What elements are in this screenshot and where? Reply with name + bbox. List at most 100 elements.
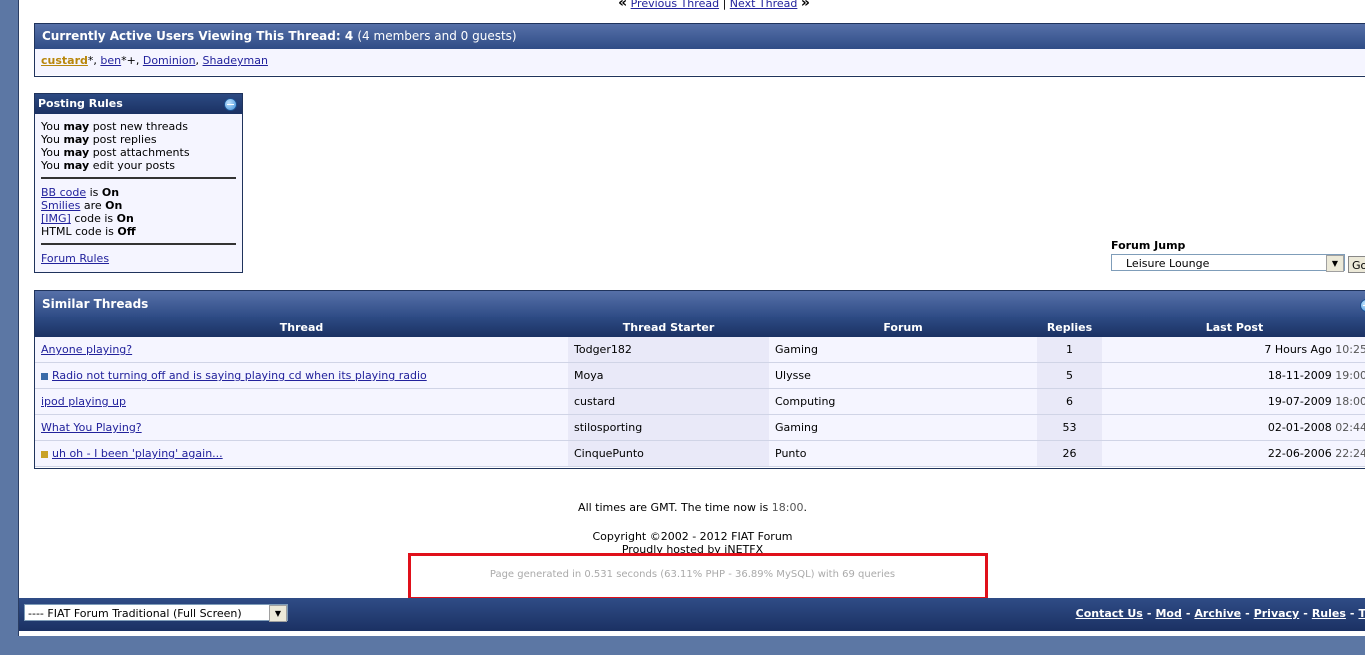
dropdown-arrow-icon: ▼: [1326, 255, 1344, 272]
double-right-chevron-icon: »: [800, 0, 810, 11]
table-row: Radio not turning off and is saying play…: [35, 362, 1365, 389]
code-line: BB code is On: [41, 186, 120, 199]
thread-starter-cell: Moya: [568, 362, 769, 389]
thread-navigation: « Previous Thread | Next Thread »: [599, 0, 829, 11]
forum-cell: Gaming: [769, 414, 1037, 441]
table-row: uh oh - I been 'playing' again... CinqueP…: [35, 440, 1365, 467]
user-suffix: ,: [195, 54, 203, 67]
double-left-chevron-icon: «: [618, 0, 628, 11]
thread-starter-cell: stilosporting: [568, 414, 769, 441]
rule-line: You may post new threads: [41, 120, 188, 133]
archive-link[interactable]: Archive: [1194, 607, 1241, 620]
thread-status-icon: [41, 450, 48, 458]
nav-separator: |: [722, 0, 727, 10]
page-container: « Previous Thread | Next Thread » Curren…: [18, 0, 1365, 636]
rule-line: You may post replies: [41, 133, 157, 146]
thread-link[interactable]: What You Playing?: [41, 421, 142, 434]
bb-code-link[interactable]: BB code: [41, 186, 86, 199]
previous-thread-link[interactable]: Previous Thread: [631, 0, 719, 10]
rule-line: You may edit your posts: [41, 159, 176, 172]
rules-link[interactable]: Rules: [1312, 607, 1346, 620]
thread-starter-cell: CinquePunto: [568, 440, 769, 467]
table-row: ipod playing up custard Computing 6 19-07-20…: [35, 388, 1365, 415]
replies-cell: 53: [1037, 414, 1102, 441]
active-users-panel: Currently Active Users Viewing This Thre…: [34, 23, 1365, 77]
top-link[interactable]: T: [1358, 607, 1365, 620]
style-selected: ---- FIAT Forum Traditional (Full Screen…: [28, 607, 242, 620]
user-link[interactable]: custard: [41, 54, 88, 67]
similar-threads-panel: Similar Threads Thread Thread Starter Fo…: [34, 290, 1365, 469]
replies-cell: 1: [1037, 337, 1102, 363]
collapse-icon[interactable]: [224, 98, 237, 111]
privacy-link[interactable]: Privacy: [1254, 607, 1300, 620]
img-code-link[interactable]: [IMG]: [41, 212, 71, 225]
code-line: Smilies are On: [41, 199, 123, 212]
table-header-row: Thread Thread Starter Forum Replies Last…: [35, 317, 1365, 337]
thread-status-icon: [41, 372, 48, 380]
posting-rules-panel: Posting Rules You may post new threads Y…: [34, 93, 243, 273]
go-button[interactable]: Go: [1348, 256, 1365, 273]
forum-jump-select[interactable]: Leisure Lounge ▼: [1111, 254, 1345, 272]
active-users-list: custard*, ben*+, Dominion, Shadeyman: [35, 49, 1365, 75]
mod-link[interactable]: Mod: [1155, 607, 1181, 620]
forum-jump: Forum Jump Leisure Lounge ▼ Go: [1111, 239, 1365, 273]
footer-links: Contact Us - Mod - Archive - Privacy - Rules - T: [1075, 607, 1365, 620]
time-now: 18:00: [771, 501, 804, 514]
user-link[interactable]: Dominion: [143, 54, 196, 67]
forum-cell: Gaming: [769, 337, 1037, 363]
similar-threads-table: Thread Thread Starter Forum Replies Last…: [35, 317, 1365, 467]
replies-cell: 5: [1037, 362, 1102, 389]
contact-us-link[interactable]: Contact Us: [1076, 607, 1143, 620]
active-users-detail: (4 members and 0 guests): [357, 29, 517, 43]
divider: [41, 177, 236, 179]
user-suffix: *+,: [121, 54, 143, 67]
last-post-cell: 19-07-2009 18:00: [1102, 388, 1365, 415]
thread-starter-cell: custard: [568, 388, 769, 415]
copyright: Copyright ©2002 - 2012 FIAT Forum Proudl…: [19, 530, 1365, 554]
user-link[interactable]: ben: [100, 54, 121, 67]
thread-cell: uh oh - I been 'playing' again...: [35, 440, 568, 467]
dropdown-arrow-icon: ▼: [269, 605, 287, 622]
thread-link[interactable]: ipod playing up: [41, 395, 126, 408]
next-thread-link[interactable]: Next Thread: [730, 0, 798, 10]
forum-cell: Punto: [769, 440, 1037, 467]
column-header: Thread: [35, 317, 568, 337]
smilies-link[interactable]: Smilies: [41, 199, 80, 212]
thread-link[interactable]: Radio not turning off and is saying play…: [52, 369, 427, 382]
table-row: Anyone playing? Todger182 Gaming 1 7 Hours A…: [35, 337, 1365, 363]
active-users-title: Currently Active Users Viewing This Thre…: [42, 29, 341, 43]
thread-link[interactable]: uh oh - I been 'playing' again...: [52, 447, 223, 460]
thread-cell: Radio not turning off and is saying play…: [35, 362, 568, 389]
forum-cell: Computing: [769, 388, 1037, 415]
thread-link[interactable]: Anyone playing?: [41, 343, 132, 356]
table-row: What You Playing? stilosporting Gaming 53 02…: [35, 414, 1365, 441]
divider: [41, 243, 236, 245]
similar-threads-header: Similar Threads: [35, 291, 1365, 317]
bottom-bar: ---- FIAT Forum Traditional (Full Screen…: [19, 598, 1365, 631]
user-link[interactable]: Shadeyman: [203, 54, 268, 67]
rule-line: You may post attachments: [41, 146, 190, 159]
forum-rules-link[interactable]: Forum Rules: [41, 252, 109, 265]
posting-rules-title: Posting Rules: [38, 97, 123, 110]
similar-threads-title: Similar Threads: [42, 297, 149, 311]
time-info: All times are GMT. The time now is 18:00…: [578, 501, 807, 514]
forum-jump-label: Forum Jump: [1111, 239, 1186, 252]
user-suffix: *,: [87, 54, 101, 67]
column-header: Replies: [1037, 317, 1102, 337]
thread-cell: What You Playing?: [35, 414, 568, 441]
column-header: Thread Starter: [568, 317, 769, 337]
posting-rules-body: You may post new threads You may post re…: [35, 114, 242, 271]
forum-jump-selected: Leisure Lounge: [1126, 257, 1210, 270]
last-post-cell: 7 Hours Ago 10:25: [1102, 337, 1365, 363]
thread-cell: ipod playing up: [35, 388, 568, 415]
thread-starter-cell: Todger182: [568, 337, 769, 363]
style-chooser-select[interactable]: ---- FIAT Forum Traditional (Full Screen…: [24, 604, 288, 622]
highlight-annotation-box: [408, 553, 988, 600]
copyright-text: Copyright ©2002 - 2012 FIAT Forum: [592, 530, 793, 543]
active-users-count: 4: [344, 29, 354, 43]
replies-cell: 26: [1037, 440, 1102, 467]
replies-cell: 6: [1037, 388, 1102, 415]
thread-cell: Anyone playing?: [35, 337, 568, 363]
last-post-cell: 22-06-2006 22:24: [1102, 440, 1365, 467]
collapse-icon[interactable]: [1360, 299, 1365, 312]
